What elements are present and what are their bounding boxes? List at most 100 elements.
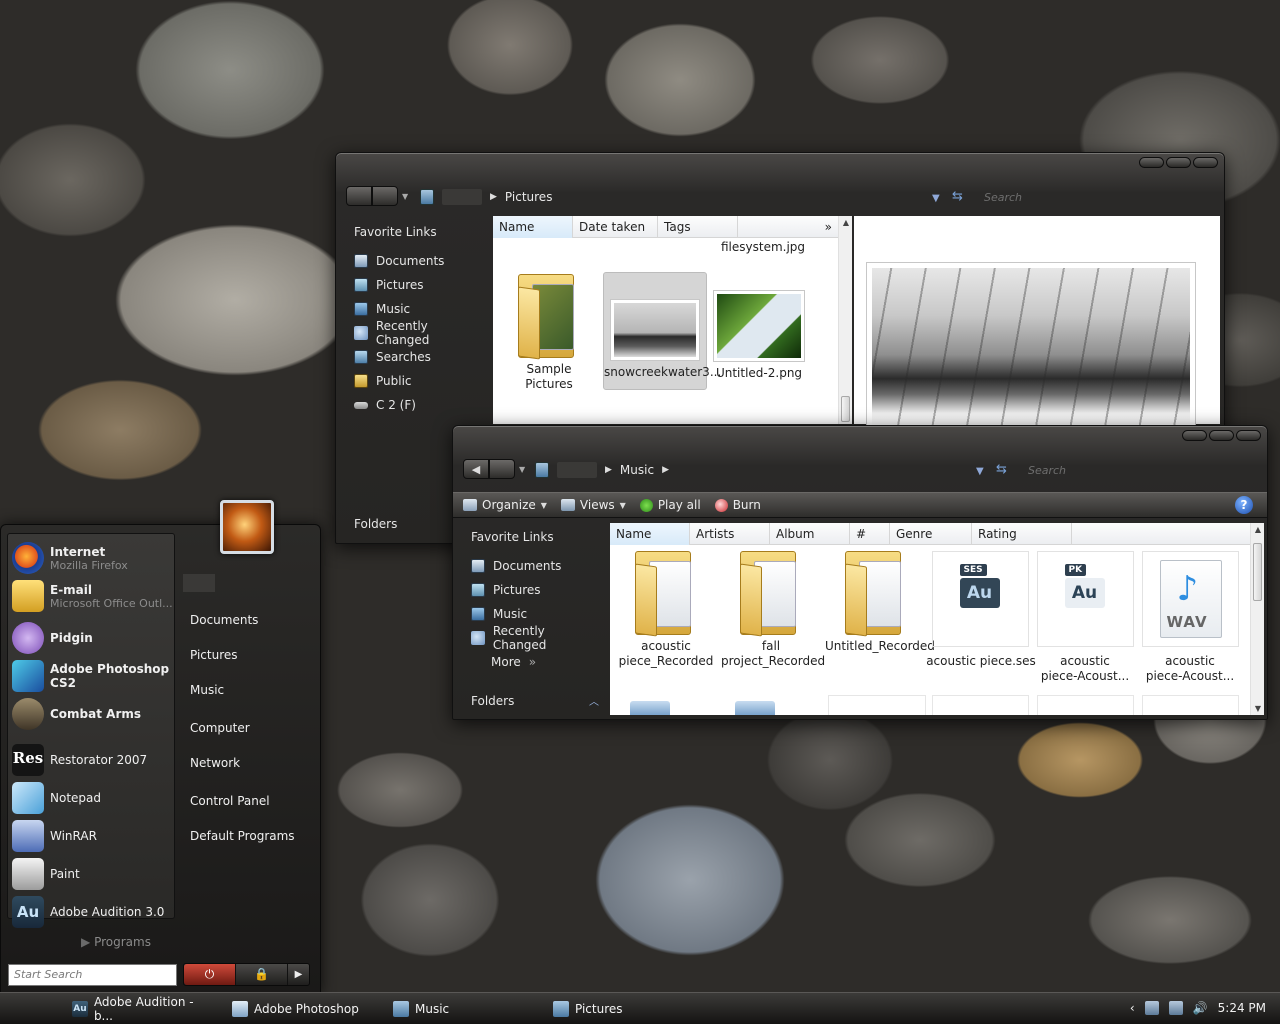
sidebar-item-public[interactable]: Public bbox=[354, 369, 484, 393]
all-programs-button[interactable]: ▶ Programs bbox=[81, 935, 151, 949]
recent-pages-dropdown[interactable]: ▼ bbox=[519, 465, 525, 474]
taskbar-item-music[interactable]: Music bbox=[387, 996, 537, 1022]
file-list-scrollbar[interactable]: ▲ ▼ bbox=[1250, 523, 1264, 715]
file-tile-snowcreek[interactable]: snowcreekwater3... bbox=[603, 272, 721, 390]
right-link-pictures[interactable]: Pictures bbox=[190, 648, 238, 662]
partial-folder-icon[interactable] bbox=[630, 701, 670, 715]
scrollbar-thumb[interactable] bbox=[1253, 543, 1262, 601]
sidebar-item-recently-changed[interactable]: Recently Changed bbox=[354, 319, 484, 347]
file-tile-wav[interactable]: ♪ WAV bbox=[1142, 551, 1239, 647]
views-button[interactable]: Views ▼ bbox=[560, 498, 626, 512]
refresh-icon[interactable]: ⇆ bbox=[952, 189, 963, 204]
sidebar-item-drive[interactable]: C 2 (F) bbox=[354, 393, 484, 417]
file-tile-folder[interactable]: acoustic piece_Recorded bbox=[616, 551, 716, 669]
file-caption-wav[interactable]: acoustic piece-Acoust... bbox=[1135, 650, 1245, 684]
column-name[interactable]: Name bbox=[493, 216, 573, 238]
forward-button[interactable] bbox=[489, 459, 515, 479]
power-icon[interactable]: ⏻ bbox=[184, 964, 236, 985]
file-tile-ses[interactable]: SES Au bbox=[932, 551, 1029, 647]
sidebar-item-pictures[interactable]: Pictures bbox=[354, 273, 484, 297]
column-number[interactable]: # bbox=[850, 523, 890, 545]
minimize-button[interactable] bbox=[1182, 430, 1207, 441]
program-photoshop[interactable]: Adobe Photoshop CS2 bbox=[8, 660, 176, 692]
back-button[interactable]: ◀ bbox=[463, 459, 489, 479]
right-link-control-panel[interactable]: Control Panel bbox=[190, 794, 270, 808]
program-paint[interactable]: Paint bbox=[8, 858, 176, 890]
right-link-computer[interactable]: Computer bbox=[190, 721, 250, 735]
network-icon[interactable] bbox=[1168, 1001, 1183, 1015]
sidebar-item-recently-changed[interactable]: Recently Changed bbox=[471, 624, 601, 652]
recent-pages-dropdown[interactable]: ▼ bbox=[402, 192, 408, 201]
file-tile-folder[interactable]: fall project_Recorded bbox=[721, 551, 825, 669]
maximize-button[interactable] bbox=[1166, 157, 1191, 168]
sidebar-item-searches[interactable]: Searches bbox=[354, 345, 484, 369]
program-notepad[interactable]: Notepad bbox=[8, 782, 176, 814]
file-tile-sample-pictures[interactable]: Sample Pictures bbox=[503, 274, 595, 392]
partial-folder-icon[interactable] bbox=[735, 701, 775, 715]
breadcrumb-separator-icon[interactable]: ▶ bbox=[662, 465, 669, 475]
breadcrumb-separator-icon[interactable]: ▶ bbox=[605, 465, 612, 475]
scroll-down-icon[interactable]: ▼ bbox=[1251, 704, 1265, 713]
sidebar-item-documents[interactable]: Documents bbox=[354, 249, 484, 273]
taskbar-item-audition[interactable]: Au Adobe Audition - b... bbox=[66, 995, 216, 1023]
program-winrar[interactable]: WinRAR bbox=[8, 820, 176, 852]
program-combat-arms[interactable]: Combat Arms bbox=[8, 698, 176, 730]
partial-file-tile[interactable] bbox=[1142, 695, 1239, 715]
scrollbar-thumb[interactable] bbox=[841, 396, 850, 422]
address-bar[interactable]: ▶ Pictures bbox=[420, 189, 552, 205]
column-name[interactable]: Name bbox=[610, 523, 690, 545]
volume-icon[interactable]: 🔊 bbox=[1193, 1001, 1208, 1015]
start-search-input[interactable]: Start Search bbox=[8, 964, 177, 986]
column-album[interactable]: Album bbox=[770, 523, 850, 545]
address-dropdown-icon[interactable]: ▼ bbox=[976, 466, 984, 477]
file-caption-pk[interactable]: acoustic piece-Acoust... bbox=[1030, 650, 1140, 684]
file-list-scrollbar[interactable]: ▲ bbox=[838, 216, 852, 424]
lock-icon[interactable]: 🔒 bbox=[236, 964, 288, 985]
breadcrumb-separator-icon[interactable]: ▶ bbox=[490, 192, 497, 202]
close-button[interactable] bbox=[1236, 430, 1261, 441]
forward-button[interactable] bbox=[372, 186, 398, 206]
taskbar-item-pictures[interactable]: Pictures bbox=[547, 996, 697, 1022]
close-button[interactable] bbox=[1193, 157, 1218, 168]
folders-toggle[interactable]: Folders ︿ bbox=[471, 694, 603, 708]
sidebar-item-pictures[interactable]: Pictures bbox=[471, 578, 601, 602]
partial-file-tile[interactable] bbox=[932, 695, 1029, 715]
sidebar-item-music[interactable]: Music bbox=[471, 602, 601, 626]
breadcrumb-pictures[interactable]: Pictures bbox=[505, 190, 553, 204]
file-tile-pk[interactable]: PK Au bbox=[1037, 551, 1134, 647]
partial-file-tile[interactable] bbox=[828, 695, 926, 715]
column-tags[interactable]: Tags bbox=[658, 216, 738, 238]
address-bar[interactable]: ▶ Music ▶ bbox=[535, 462, 669, 478]
minimize-button[interactable] bbox=[1139, 157, 1164, 168]
right-link-default-programs[interactable]: Default Programs bbox=[190, 829, 295, 843]
program-email[interactable]: E-mail Microsoft Office Outl... bbox=[8, 580, 176, 612]
maximize-button[interactable] bbox=[1209, 430, 1234, 441]
clock[interactable]: 5:24 PM bbox=[1218, 1001, 1266, 1015]
program-internet[interactable]: Internet Mozilla Firefox bbox=[8, 542, 176, 574]
file-tile-untitled-2[interactable]: Untitled-2.png bbox=[711, 290, 807, 381]
breadcrumb-music[interactable]: Music bbox=[620, 463, 654, 477]
sidebar-item-documents[interactable]: Documents bbox=[471, 554, 601, 578]
column-artists[interactable]: Artists bbox=[690, 523, 770, 545]
shutdown-options-arrow-icon[interactable]: ▶ bbox=[288, 964, 309, 985]
help-icon[interactable]: ? bbox=[1235, 496, 1253, 514]
taskbar-item-photoshop[interactable]: Adobe Photoshop bbox=[226, 996, 376, 1022]
column-genre[interactable]: Genre bbox=[890, 523, 972, 545]
user-folder-crumb[interactable] bbox=[442, 189, 482, 205]
column-date-taken[interactable]: Date taken bbox=[573, 216, 658, 238]
search-input[interactable]: Search bbox=[1028, 464, 1066, 477]
folders-toggle[interactable]: Folders bbox=[354, 517, 397, 531]
program-restorator[interactable]: Res Restorator 2007 bbox=[8, 744, 176, 776]
user-folder-crumb[interactable] bbox=[557, 462, 597, 478]
right-link-documents[interactable]: Documents bbox=[190, 613, 258, 627]
refresh-icon[interactable]: ⇆ bbox=[996, 462, 1007, 477]
show-hidden-icons-chevron-icon[interactable]: ‹ bbox=[1130, 1001, 1135, 1015]
organize-button[interactable]: Organize ▼ bbox=[463, 498, 547, 512]
user-avatar[interactable] bbox=[220, 500, 274, 554]
more-columns-chevron-icon[interactable]: » bbox=[738, 216, 838, 238]
partial-file-name[interactable]: filesystem.jpg bbox=[721, 240, 805, 254]
address-dropdown-icon[interactable]: ▼ bbox=[932, 193, 940, 204]
right-link-music[interactable]: Music bbox=[190, 683, 224, 697]
file-tile-folder[interactable]: Untitled_Recorded bbox=[825, 551, 935, 654]
partial-file-tile[interactable] bbox=[1037, 695, 1134, 715]
